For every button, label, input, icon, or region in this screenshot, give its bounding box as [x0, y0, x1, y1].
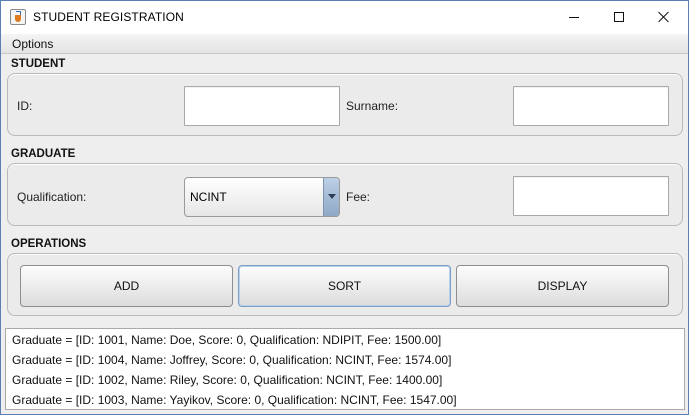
qualification-dropdown[interactable]: NCINT: [184, 177, 340, 217]
close-icon: [658, 11, 670, 23]
maximize-icon: [614, 12, 624, 22]
menu-options[interactable]: Options: [12, 37, 53, 51]
fee-field[interactable]: [513, 176, 669, 216]
surname-field[interactable]: [513, 86, 669, 126]
surname-label: Surname:: [346, 99, 399, 113]
student-section-label: STUDENT: [11, 58, 66, 70]
display-button[interactable]: DISPLAY: [456, 265, 669, 307]
sort-button[interactable]: SORT: [238, 265, 451, 307]
menu-bar: Options: [1, 34, 688, 54]
id-field[interactable]: [184, 86, 340, 126]
output-line: Graduate = [ID: 1003, Name: Yayikov, Sco…: [12, 393, 457, 407]
output-line: Graduate = [ID: 1002, Name: Riley, Score…: [12, 373, 443, 387]
qualification-selected-value: NCINT: [190, 190, 227, 204]
output-text-area[interactable]: Graduate = [ID: 1001, Name: Doe, Score: …: [5, 328, 685, 410]
minimize-icon: [569, 16, 579, 18]
chevron-down-icon[interactable]: [323, 178, 339, 216]
output-line: Graduate = [ID: 1004, Name: Joffrey, Sco…: [12, 353, 452, 367]
qualification-label: Qualification:: [17, 190, 87, 204]
graduate-section-label: GRADUATE: [11, 148, 76, 160]
id-label: ID:: [17, 99, 33, 113]
add-button[interactable]: ADD: [20, 265, 233, 307]
fee-label: Fee:: [346, 190, 371, 204]
operations-section-label: OPERATIONS: [11, 238, 87, 250]
minimize-button[interactable]: [551, 1, 597, 33]
window-title: STUDENT REGISTRATION: [33, 10, 184, 24]
title-bar: STUDENT REGISTRATION: [1, 1, 688, 34]
output-line: Graduate = [ID: 1001, Name: Doe, Score: …: [12, 333, 442, 347]
close-button[interactable]: [641, 1, 687, 33]
app-window: STUDENT REGISTRATION Options STUDENT ID:…: [0, 0, 689, 415]
java-app-icon: [10, 9, 26, 25]
maximize-button[interactable]: [596, 1, 642, 33]
